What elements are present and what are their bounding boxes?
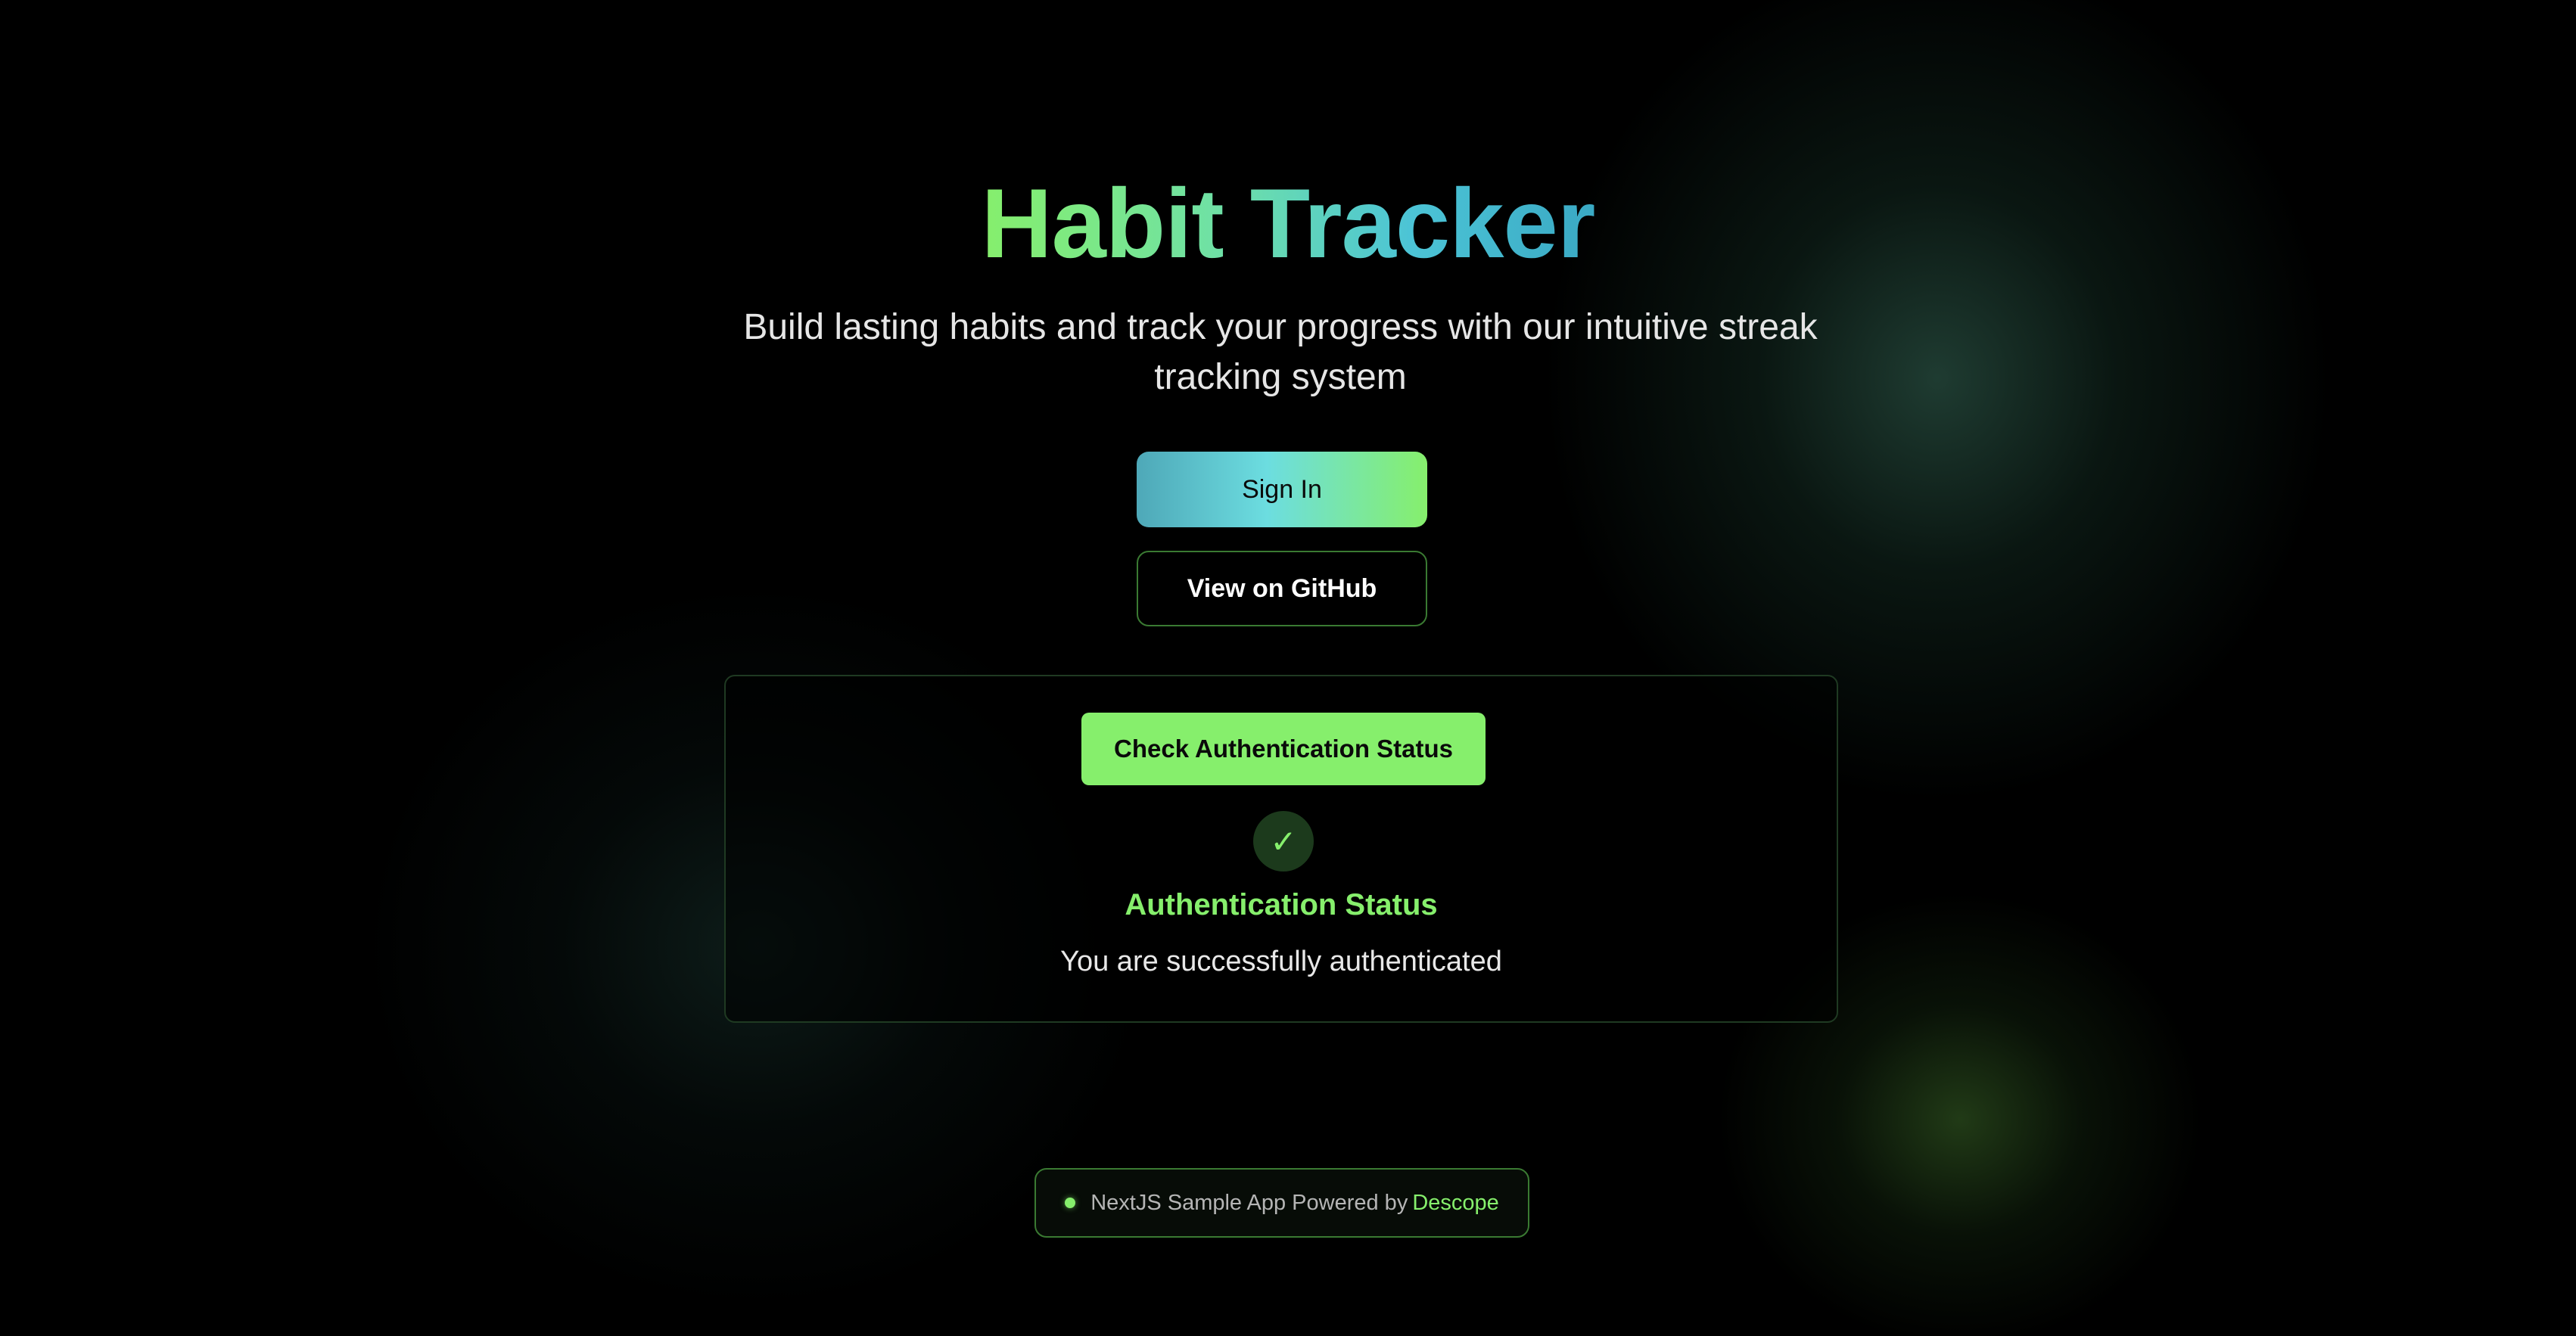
descope-link[interactable]: Descope (1412, 1191, 1498, 1216)
check-auth-status-button[interactable]: Check Authentication Status (1081, 713, 1486, 785)
sign-in-button[interactable]: Sign In (1137, 452, 1427, 527)
footer-badge: NextJS Sample App Powered by Descope (1034, 1168, 1529, 1238)
auth-status-message: You are successfully authenticated (1060, 946, 1502, 977)
check-icon: ✓ (1253, 811, 1314, 872)
auth-status-title: Authentication Status (1125, 888, 1438, 921)
page-title-text: Habit Tracker (981, 168, 1596, 278)
status-dot-icon (1065, 1198, 1076, 1208)
footer-text: NextJS Sample App Powered by (1090, 1190, 1408, 1215)
page-subtitle: Build lasting habits and track your prog… (743, 307, 1818, 397)
view-on-github-button[interactable]: View on GitHub (1137, 551, 1427, 626)
auth-status-card: Check Authentication Status ✓ Authentica… (724, 675, 1838, 1023)
page-title: Habit Tracker (0, 163, 2576, 284)
